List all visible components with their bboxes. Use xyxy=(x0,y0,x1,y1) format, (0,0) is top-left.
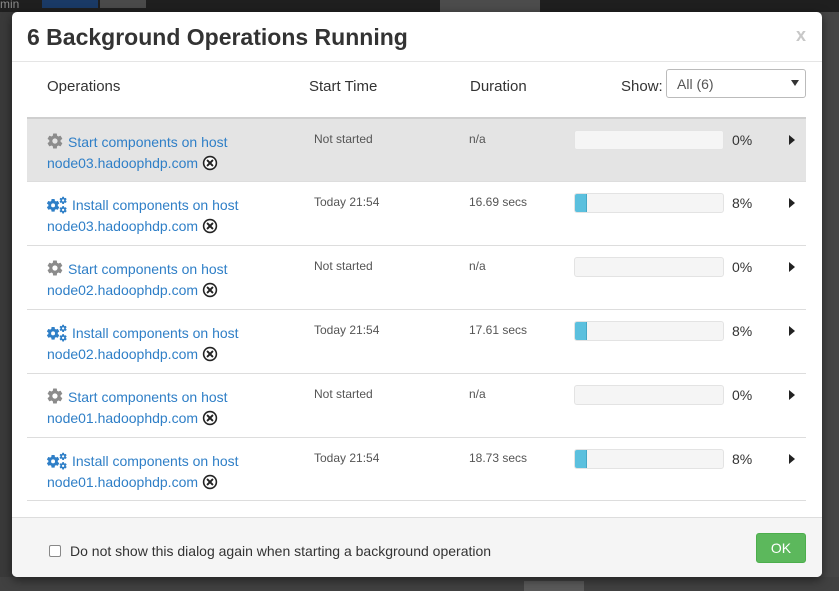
operation-row[interactable]: Install components on host node03.hadooph… xyxy=(27,181,806,245)
abort-icon[interactable] xyxy=(202,410,218,426)
background-topbar-fragment: min xyxy=(0,0,20,11)
show-filter-value: All (6) xyxy=(677,76,714,92)
operation-progress-fill xyxy=(575,322,587,340)
operation-progress-bar xyxy=(574,321,724,341)
caret-right-icon[interactable] xyxy=(789,454,795,464)
operation-title: Install components on host xyxy=(72,325,239,341)
do-not-show-checkbox[interactable] xyxy=(49,545,61,557)
operation-row[interactable]: Install components on host node02.hadooph… xyxy=(27,309,806,373)
operation-progress-fill xyxy=(575,194,587,212)
operation-host: node02.hadoophdp.com xyxy=(47,282,199,298)
operation-row[interactable]: Install components on host node01.hadooph… xyxy=(27,437,806,501)
operation-start-time: Not started xyxy=(314,132,373,146)
abort-icon[interactable] xyxy=(202,282,218,298)
operation-progress-text: 0% xyxy=(732,387,753,403)
operation-duration: 16.69 secs xyxy=(469,195,528,209)
background-more-button xyxy=(524,581,584,591)
background-operations-dialog: 6 Background Operations Running x Operat… xyxy=(12,12,822,577)
operation-link[interactable]: Install components on host node03.hadooph… xyxy=(47,195,297,237)
operation-link[interactable]: Start components on host node02.hadoophdp… xyxy=(47,259,297,301)
caret-right-icon[interactable] xyxy=(789,326,795,336)
operation-progress-fill xyxy=(575,450,587,468)
background-badge xyxy=(42,0,98,8)
show-filter-label: Show: xyxy=(621,78,663,95)
caret-right-icon[interactable] xyxy=(789,198,795,208)
operations-list: Start components on host node03.hadoophdp… xyxy=(27,117,806,501)
operation-progress-text: 0% xyxy=(732,132,753,148)
background-badge xyxy=(100,0,146,8)
dialog-title: 6 Background Operations Running xyxy=(27,24,408,50)
operation-progress-text: 8% xyxy=(732,195,753,211)
operation-row[interactable]: Start components on host node03.hadoophdp… xyxy=(27,117,806,181)
dialog-footer: Do not show this dialog again when start… xyxy=(12,517,822,577)
abort-icon[interactable] xyxy=(202,474,218,490)
column-header-duration: Duration xyxy=(470,78,527,95)
operation-row[interactable]: Start components on host node01.hadoophdp… xyxy=(27,373,806,437)
operation-progress-bar xyxy=(574,385,724,405)
operation-link[interactable]: Install components on host node01.hadooph… xyxy=(47,451,297,493)
operation-host: node02.hadoophdp.com xyxy=(47,346,199,362)
operation-duration: n/a xyxy=(469,132,486,146)
background-tab-dashboard xyxy=(440,0,540,12)
operation-duration: n/a xyxy=(469,387,486,401)
operation-title: Start components on host xyxy=(68,261,228,277)
operation-progress-text: 8% xyxy=(732,451,753,467)
operation-link[interactable]: Start components on host node03.hadoophdp… xyxy=(47,132,297,174)
operation-link[interactable]: Install components on host node02.hadooph… xyxy=(47,323,297,365)
operation-host: node03.hadoophdp.com xyxy=(47,155,199,171)
dialog-header: 6 Background Operations Running x xyxy=(12,12,822,62)
operation-host: node01.hadoophdp.com xyxy=(47,410,199,426)
ok-button[interactable]: OK xyxy=(756,533,806,563)
operation-duration: 18.73 secs xyxy=(469,451,528,465)
operation-host: node03.hadoophdp.com xyxy=(47,218,199,234)
operation-start-time: Not started xyxy=(314,387,373,401)
operation-progress-text: 8% xyxy=(732,323,753,339)
operation-duration: n/a xyxy=(469,259,486,273)
operation-title: Start components on host xyxy=(68,389,228,405)
operation-start-time: Today 21:54 xyxy=(314,323,380,337)
operation-title: Install components on host xyxy=(72,197,239,213)
abort-icon[interactable] xyxy=(202,218,218,234)
show-filter-select[interactable]: All (6) xyxy=(666,69,806,98)
operation-title: Start components on host xyxy=(68,134,228,150)
operation-progress-bar xyxy=(574,449,724,469)
operation-title: Install components on host xyxy=(72,453,239,469)
background-bottom xyxy=(0,577,839,591)
close-button[interactable]: x xyxy=(796,25,806,46)
caret-right-icon[interactable] xyxy=(789,135,795,145)
operation-progress-bar xyxy=(574,257,724,277)
operation-link[interactable]: Start components on host node01.hadoophdp… xyxy=(47,387,297,429)
column-header-operations: Operations xyxy=(47,78,121,95)
do-not-show-label: Do not show this dialog again when start… xyxy=(70,543,492,559)
column-header-start-time: Start Time xyxy=(309,78,378,95)
operation-start-time: Today 21:54 xyxy=(314,195,380,209)
abort-icon[interactable] xyxy=(202,155,218,171)
caret-right-icon[interactable] xyxy=(789,390,795,400)
abort-icon[interactable] xyxy=(202,346,218,362)
operation-host: node01.hadoophdp.com xyxy=(47,474,199,490)
operation-duration: 17.61 secs xyxy=(469,323,528,337)
background-topbar: min xyxy=(0,0,839,12)
background-side xyxy=(821,12,839,591)
operation-progress-bar xyxy=(574,193,724,213)
operation-progress-text: 0% xyxy=(732,259,753,275)
caret-right-icon[interactable] xyxy=(789,262,795,272)
operation-row[interactable]: Start components on host node02.hadoophdp… xyxy=(27,245,806,309)
chevron-down-icon xyxy=(791,80,799,86)
operation-start-time: Today 21:54 xyxy=(314,451,380,465)
operation-progress-bar xyxy=(574,130,724,150)
operation-start-time: Not started xyxy=(314,259,373,273)
